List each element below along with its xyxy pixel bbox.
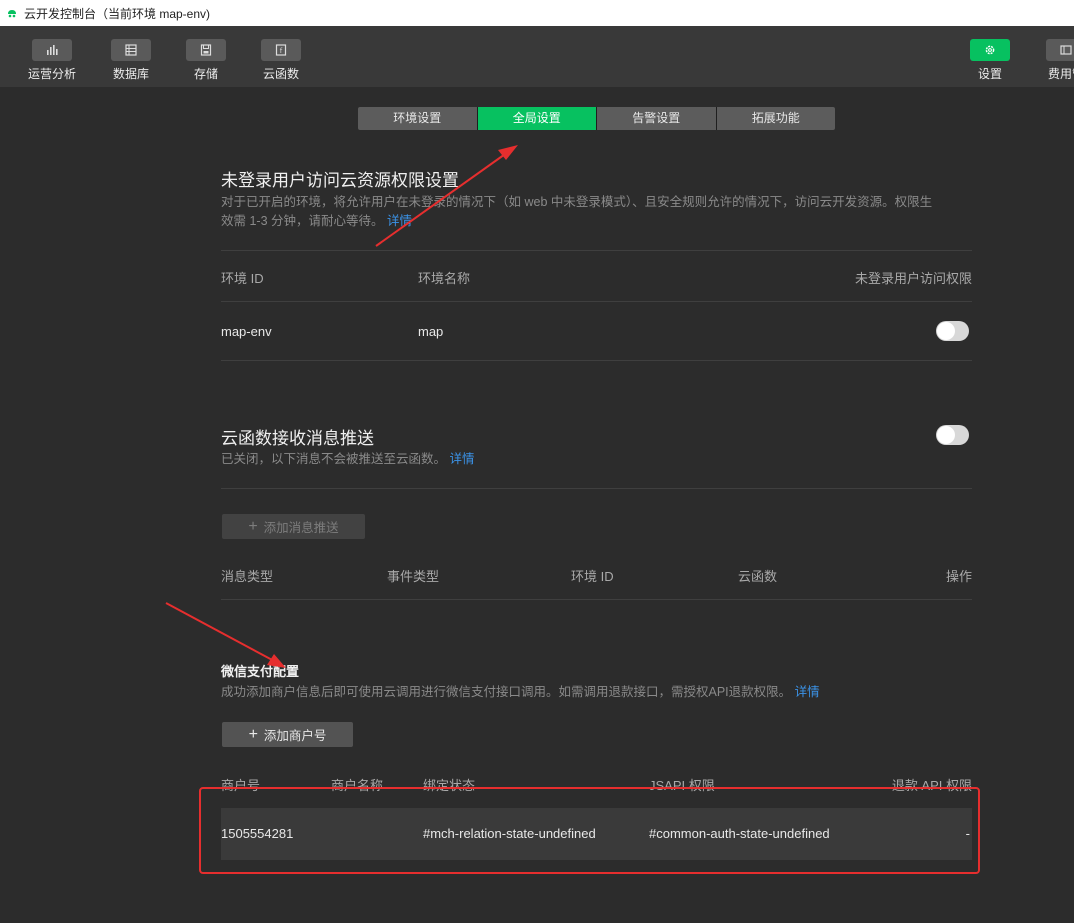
storage-icon (186, 39, 226, 61)
env-name-cell: map (418, 324, 444, 339)
bar-chart-icon (32, 39, 72, 61)
col-event-type: 事件类型 (387, 569, 440, 584)
push-section-title: 云函数接收消息推送 (221, 429, 374, 448)
pay-details-link[interactable]: 详情 (795, 685, 820, 699)
divider (221, 488, 972, 489)
toolbar-item-database[interactable]: 数据库 (103, 39, 159, 82)
toolbar-label: 设置 (977, 67, 1002, 81)
push-section-desc: 已关闭，以下消息不会被推送至云函数。 详情 (221, 452, 475, 466)
toggle-knob (937, 426, 955, 444)
col-env-name: 环境名称 (418, 271, 471, 286)
tab-extensions[interactable]: 拓展功能 (716, 107, 835, 130)
window-title: 云开发控制台（当前环境 map-env) (24, 6, 211, 21)
toolbar-item-settings[interactable]: 设置 (962, 39, 1018, 82)
add-message-push-button[interactable]: + 添加消息推送 (222, 514, 365, 539)
app-icon (6, 7, 18, 19)
svg-text:f: f (280, 47, 283, 55)
toolbar-label: 费用管 (1047, 67, 1074, 81)
billing-icon (1046, 39, 1074, 61)
tab-global-settings[interactable]: 全局设置 (477, 107, 596, 130)
plus-icon: + (248, 725, 258, 743)
plus-icon: + (248, 517, 258, 535)
col-env-id: 环境 ID (571, 569, 614, 584)
tab-alert-settings[interactable]: 告警设置 (597, 107, 716, 130)
divider (221, 301, 972, 302)
col-message-type: 消息类型 (221, 569, 274, 584)
cloud-function-icon: f (261, 39, 301, 61)
settings-tabs: 环境设置 全局设置 告警设置 拓展功能 (358, 107, 835, 130)
push-details-link[interactable]: 详情 (450, 452, 475, 466)
auth-details-link[interactable]: 详情 (387, 214, 412, 228)
col-action: 操作 (945, 569, 972, 584)
toolbar-label: 云函数 (262, 67, 299, 81)
window-titlebar: 云开发控制台（当前环境 map-env) (0, 0, 1074, 26)
divider (221, 599, 972, 600)
pay-section-title: 微信支付配置 (221, 664, 300, 679)
toolbar-label: 数据库 (112, 67, 149, 81)
gear-icon (970, 39, 1010, 61)
toolbar-item-cloud-function[interactable]: f 云函数 (253, 39, 309, 82)
col-unauth-access: 未登录用户访问权限 (854, 271, 972, 286)
col-cloud-function: 云函数 (738, 569, 778, 584)
auth-section-desc: 对于已开启的环境，将允许用户在未登录的情况下（如 web 中未登录模式）、且安全… (221, 195, 933, 228)
toolbar-label: 运营分析 (27, 67, 76, 81)
unauth-access-toggle[interactable] (936, 321, 969, 341)
tab-env-settings[interactable]: 环境设置 (358, 107, 477, 130)
database-icon (111, 39, 151, 61)
toolbar-label: 存储 (193, 67, 218, 81)
toolbar-item-analytics[interactable]: 运营分析 (24, 39, 80, 82)
toolbar-item-billing[interactable]: 费用管 (1038, 39, 1074, 82)
divider (221, 360, 972, 361)
env-id-cell: map-env (221, 324, 272, 339)
divider (221, 250, 972, 251)
toolbar-item-storage[interactable]: 存储 (178, 39, 234, 82)
toggle-knob (937, 322, 955, 340)
message-push-toggle[interactable] (936, 425, 969, 445)
col-env-id: 环境 ID (221, 271, 264, 286)
pay-section-desc: 成功添加商户信息后即可使用云调用进行微信支付接口调用。如需调用退款接口，需授权A… (221, 685, 820, 699)
annotation-highlight-box (199, 787, 980, 874)
auth-section-title: 未登录用户访问云资源权限设置 (221, 171, 459, 190)
add-merchant-button[interactable]: + 添加商户号 (222, 722, 353, 747)
main-toolbar: 运营分析 数据库 存储 f 云函数 设置 费用管 (0, 26, 1074, 87)
